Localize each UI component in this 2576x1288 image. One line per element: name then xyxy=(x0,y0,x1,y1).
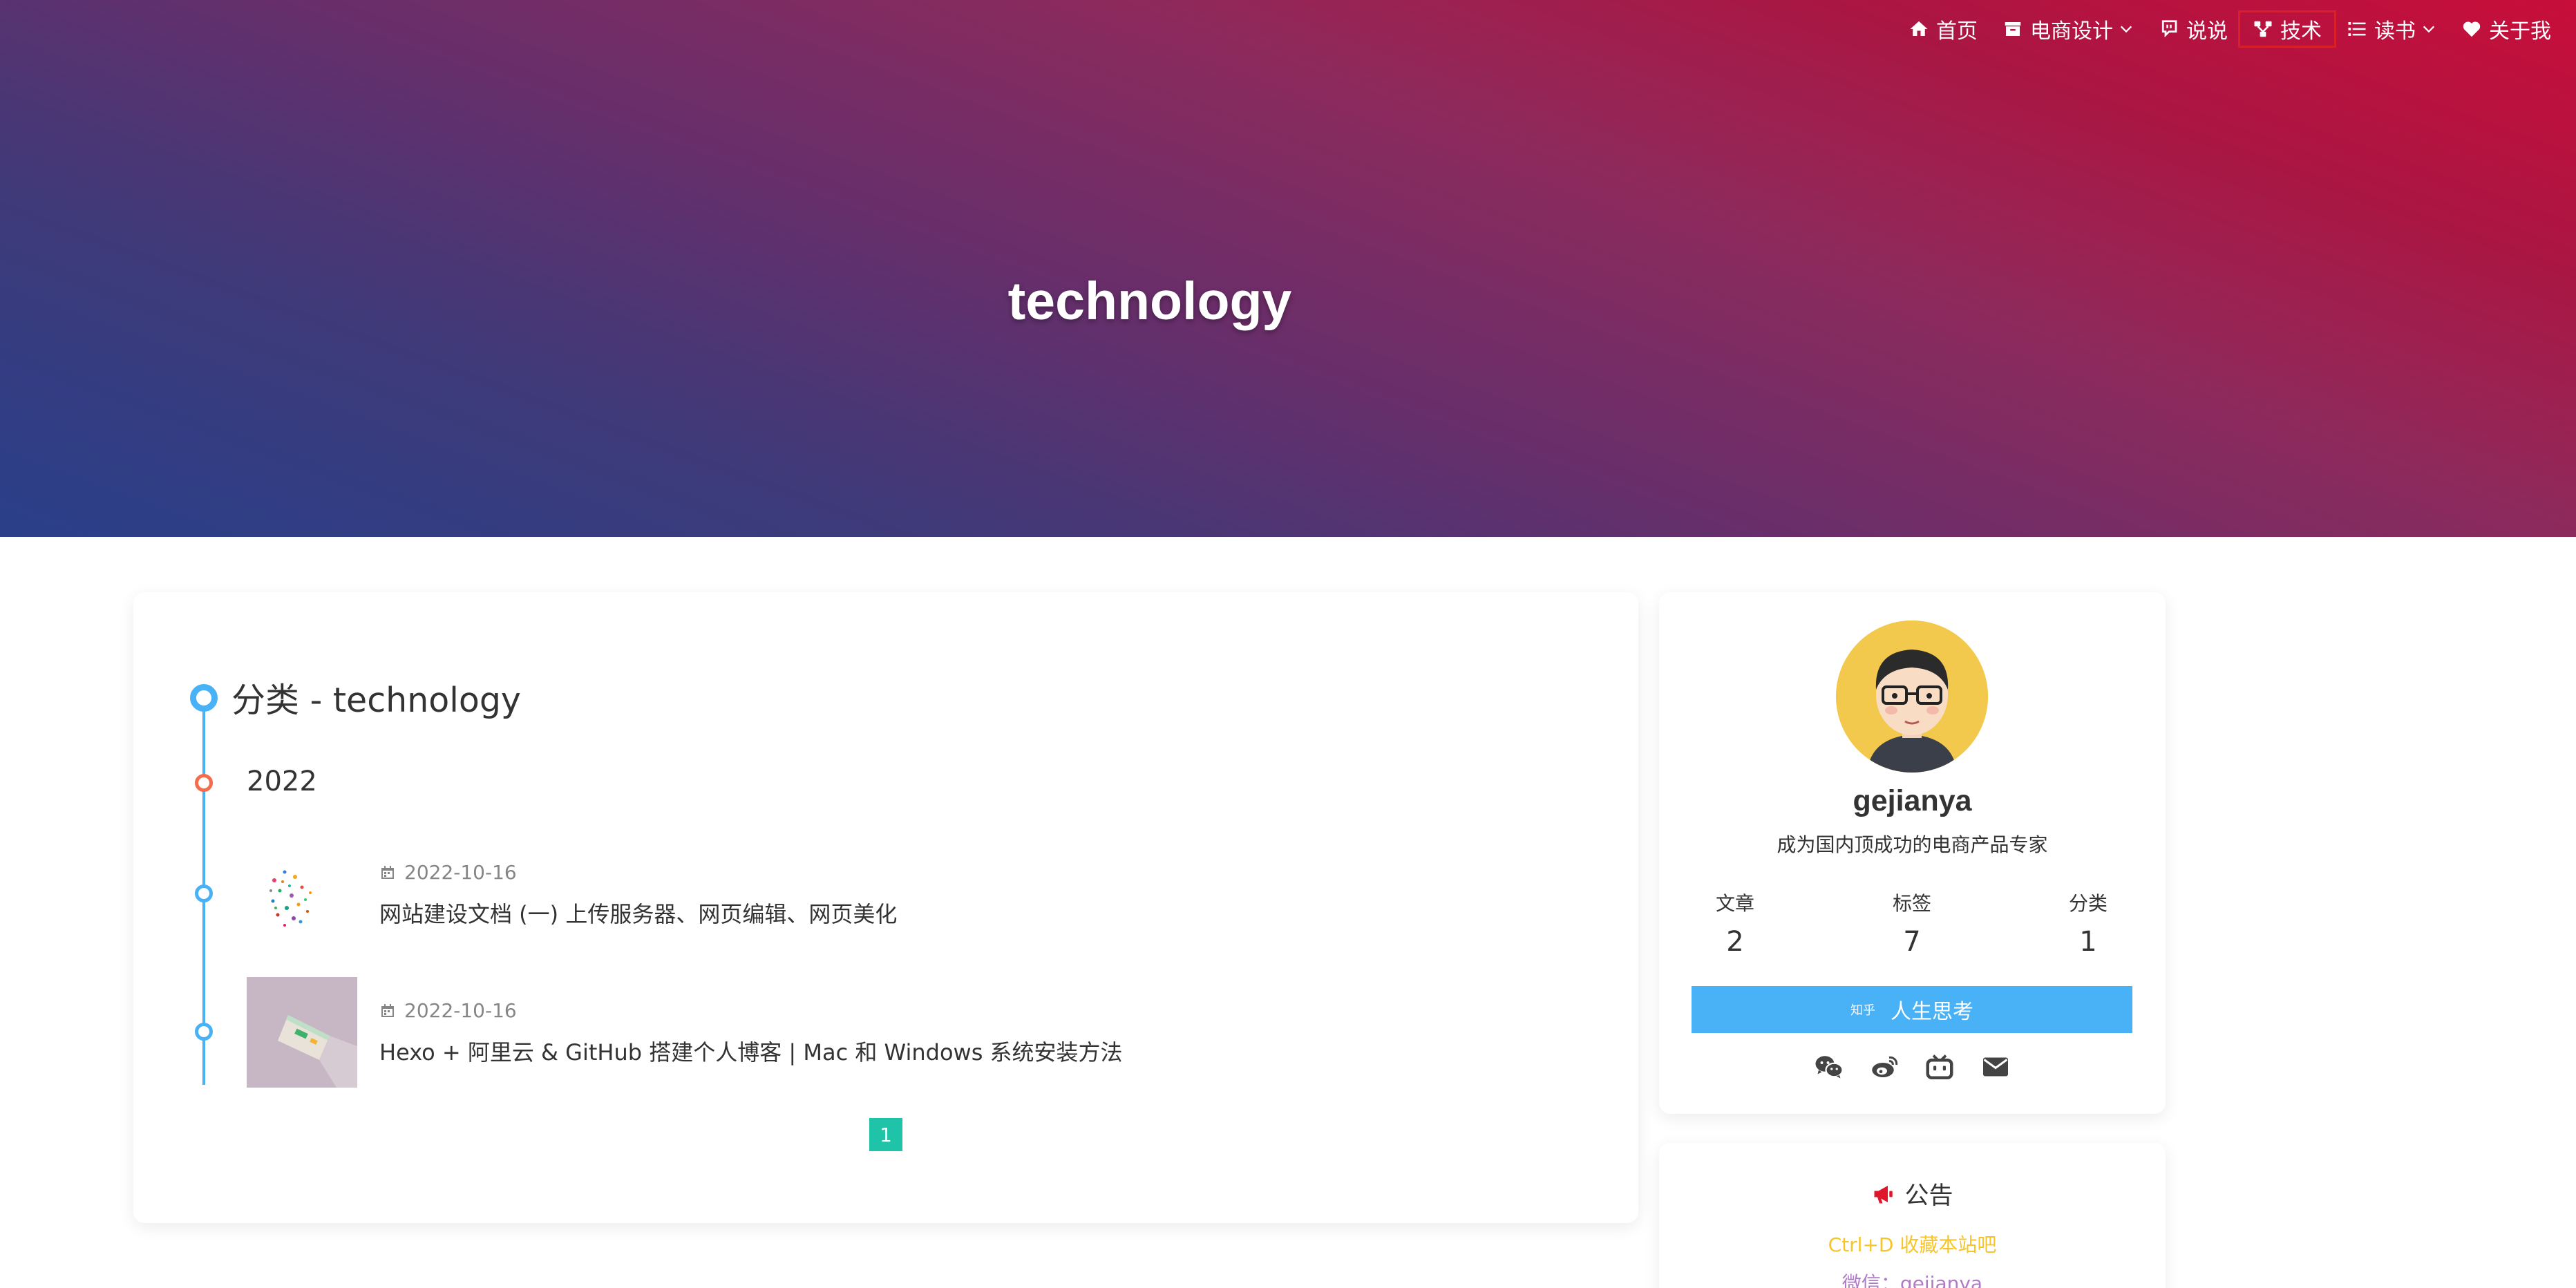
header-banner xyxy=(0,0,2576,537)
nav-item-about[interactable]: 关于我 xyxy=(2449,12,2564,46)
weibo-icon[interactable] xyxy=(1869,1053,1901,1081)
nav-item-technology[interactable]: 技术 xyxy=(2238,10,2336,48)
announcement-card xyxy=(1659,1143,2166,1288)
stat-articles[interactable]: 文章 2 xyxy=(1680,889,1790,958)
nav-item-home[interactable]: 首页 xyxy=(1896,12,1990,46)
announcement-wechat: 微信：gejianya xyxy=(1841,1272,1983,1288)
post-thumbnail[interactable] xyxy=(247,977,357,1088)
stat-label: 文章 xyxy=(1715,892,1754,915)
nav-item-label: 关于我 xyxy=(2489,19,2551,44)
stat-label: 标签 xyxy=(1892,892,1931,915)
nav-item-reading[interactable]: 读书 xyxy=(2334,12,2449,46)
nav-item-label: 读书 xyxy=(2374,19,2416,44)
announcement-title: 公告 xyxy=(1904,1182,1953,1210)
timeline-item-dot xyxy=(195,884,213,902)
author-name: gejianya xyxy=(1853,784,1972,817)
zhihu-icon: 知乎 xyxy=(1850,1003,1875,1018)
stat-categories[interactable]: 分类 1 xyxy=(2033,889,2143,958)
nav-item-shuoshuo[interactable]: 说说 xyxy=(2146,12,2240,46)
list-icon xyxy=(2347,19,2367,39)
nav-item-label: 首页 xyxy=(1936,19,1978,44)
top-nav: 首页 电商设计 说说 技术 读书 关于我 xyxy=(1896,10,2564,48)
wechat-icon[interactable] xyxy=(1813,1053,1845,1081)
announcement-bookmark-tip: Ctrl+D 收藏本站吧 xyxy=(1828,1233,1997,1256)
post-date: 2022-10-16 xyxy=(379,861,517,884)
comment-icon xyxy=(2159,19,2179,39)
follow-button-label: 人生思考 xyxy=(1891,1000,1973,1024)
chevron-down-icon xyxy=(2421,21,2436,37)
stat-value: 1 xyxy=(2079,926,2097,958)
stat-label: 分类 xyxy=(2068,892,2108,915)
pagination-page-current[interactable]: 1 xyxy=(869,1118,902,1151)
author-description: 成为国内顶成功的电商产品专家 xyxy=(1777,833,2048,856)
home-icon xyxy=(1909,19,1929,39)
page-title: technology xyxy=(1007,272,1292,331)
stat-value: 2 xyxy=(1726,926,1744,958)
announcement-header: 公告 xyxy=(1659,1176,2166,1211)
bilibili-icon[interactable] xyxy=(1924,1053,1955,1081)
bullhorn-icon xyxy=(1871,1182,1896,1206)
nav-item-label: 说说 xyxy=(2186,19,2228,44)
calendar-icon xyxy=(379,864,396,881)
nav-item-ecommerce-design[interactable]: 电商设计 xyxy=(1990,12,2146,46)
stat-value: 7 xyxy=(1903,926,1921,958)
sitemap-icon xyxy=(2253,19,2273,39)
post-thumbnail[interactable] xyxy=(247,839,357,949)
timeline-head-dot xyxy=(190,684,218,712)
post-title[interactable]: Hexo + 阿里云 & GitHub 搭建个人博客 | Mac 和 Windo… xyxy=(379,1035,1123,1067)
post-date: 2022-10-16 xyxy=(379,999,517,1022)
chevron-down-icon xyxy=(2119,21,2134,37)
timeline-year-dot xyxy=(195,774,213,792)
category-title: 分类 - technology xyxy=(231,681,521,720)
nav-item-label: 电商设计 xyxy=(2030,19,2113,44)
archive-icon xyxy=(2002,19,2023,39)
zhihu-follow-button[interactable]: 知乎 人生思考 xyxy=(1692,986,2132,1033)
avatar[interactable] xyxy=(1836,621,1988,773)
year-label: 2022 xyxy=(247,766,317,797)
calendar-icon xyxy=(379,1003,396,1019)
post-title[interactable]: 网站建设文档 (一) 上传服务器、网页编辑、网页美化 xyxy=(379,897,897,929)
timeline-item-dot xyxy=(195,1023,213,1041)
stat-tags[interactable]: 标签 7 xyxy=(1857,889,1967,958)
envelope-icon[interactable] xyxy=(1980,1053,2011,1081)
nav-item-label: 技术 xyxy=(2280,19,2322,44)
heart-icon xyxy=(2461,19,2482,39)
